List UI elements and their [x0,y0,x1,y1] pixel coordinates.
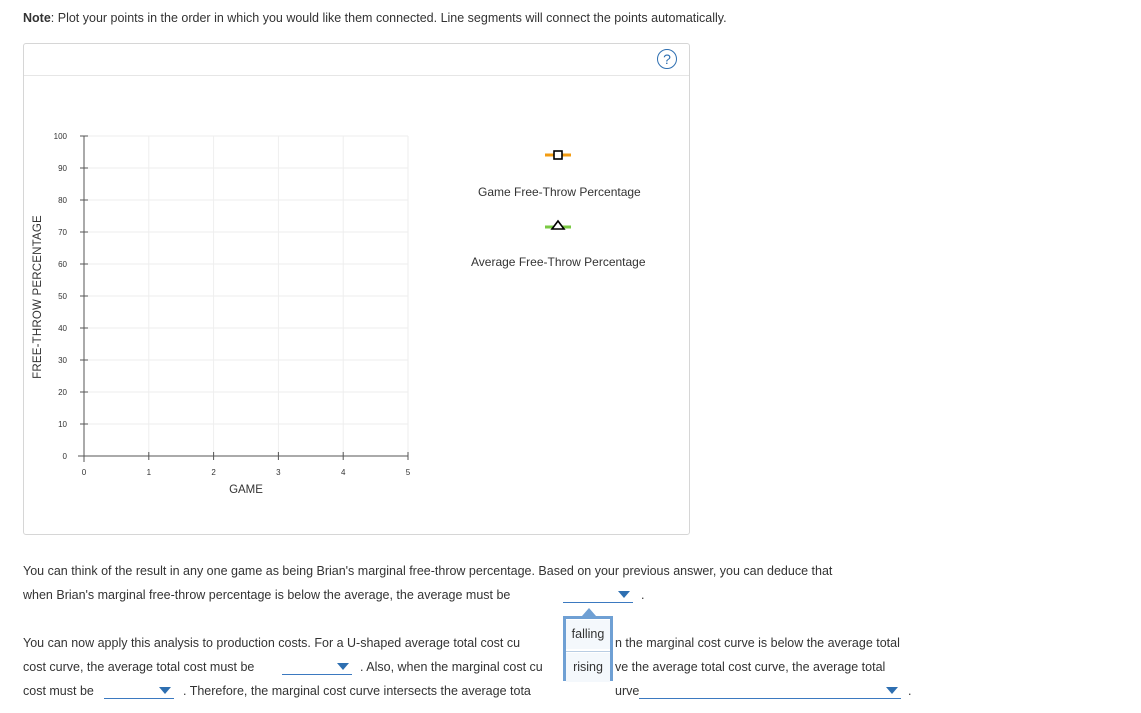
y-axis-ticks: 0 10 20 30 40 50 60 70 80 90 100 [54,132,88,461]
answer-dropdown-2[interactable] [282,660,352,675]
y-tick-label: 0 [63,452,68,461]
answer-dropdown-3[interactable] [104,684,174,699]
question2-line1a: You can now apply this analysis to produ… [23,636,521,650]
question2-period: . [908,684,912,698]
y-tick-label: 30 [58,356,67,365]
question1-line2: when Brian's marginal free-throw percent… [23,588,511,602]
x-tick-label: 3 [276,468,281,477]
x-tick-label: 4 [341,468,346,477]
question2-line3b: . Therefore, the marginal cost curve int… [183,684,531,698]
x-tick-label: 2 [211,468,216,477]
question2-line3c: urve [615,684,640,698]
question2-line3a: cost must be [23,684,94,698]
game-percentage-tool-icon[interactable] [545,150,571,160]
dropdown-option-divider [566,651,610,652]
y-tick-label: 20 [58,388,67,397]
x-tick-label: 1 [147,468,152,477]
dropdown-menu: falling rising [563,616,613,682]
dropdown-option-falling[interactable]: falling [566,620,610,649]
dropdown-option-rising[interactable]: rising [566,653,610,682]
question2-line1b: n the marginal cost curve is below the a… [615,636,900,650]
legend-label-average: Average Free-Throw Percentage [471,255,646,269]
average-percentage-tool-icon[interactable] [545,219,571,230]
answer-dropdown-4[interactable] [639,684,901,699]
y-tick-label: 60 [58,260,67,269]
question2-line2c: ve the average total cost curve, the ave… [615,660,886,674]
y-tick-label: 80 [58,196,67,205]
y-tick-label: 50 [58,292,67,301]
x-tick-label: 5 [406,468,411,477]
y-tick-label: 90 [58,164,67,173]
y-tick-label: 10 [58,420,67,429]
chevron-down-icon [886,687,898,694]
legend-label-game: Game Free-Throw Percentage [478,185,641,199]
question1-period: . [641,588,645,602]
chart-axes [78,136,408,462]
question2-line2b: . Also, when the marginal cost cu [360,660,543,674]
chevron-down-icon [618,591,630,598]
chevron-down-icon [337,663,349,670]
answer-dropdown-1[interactable] [563,588,633,603]
y-tick-label: 100 [54,132,68,141]
question2-line2a: cost curve, the average total cost must … [23,660,255,674]
y-tick-label: 70 [58,228,67,237]
chevron-down-icon [159,687,171,694]
dropdown-menu-pointer [582,608,596,616]
x-axis-title: GAME [229,484,263,496]
question1-line1: You can think of the result in any one g… [23,564,833,578]
x-tick-label: 0 [82,468,87,477]
graph-canvas[interactable]: 0 10 20 30 40 50 60 70 80 90 100 0 1 2 3 4 5 GAME [0,0,1141,713]
chart-grid [84,135,409,456]
y-tick-label: 40 [58,324,67,333]
